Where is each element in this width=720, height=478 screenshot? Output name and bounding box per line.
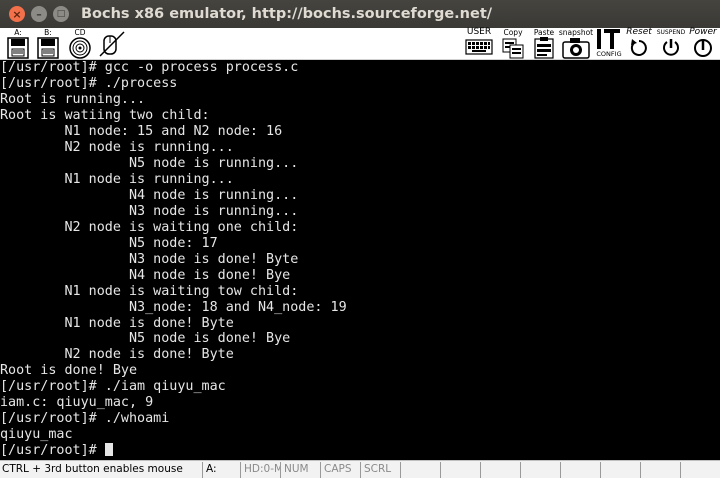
status-slot [520,462,560,478]
config-button[interactable]: CONFIG [594,28,624,60]
terminal-line: [/usr/root]# gcc -o process process.c [0,60,299,75]
terminal-line: N4 node is running... [0,187,299,203]
config-label: CONFIG [596,50,622,58]
status-scrl: SCRL [360,462,400,478]
snapshot-label: snapshot [558,28,594,37]
status-slot [600,462,640,478]
status-num: NUM [280,462,320,478]
status-message: CTRL + 3rd button enables mouse [2,463,183,475]
suspend-button[interactable]: SUSPEND [654,28,688,60]
terminal-line: N1 node is waiting tow child: [0,283,299,299]
status-slot [560,462,600,478]
status-slot [440,462,480,478]
terminal-line: N1 node is running... [0,171,234,187]
paste-icon [534,37,554,59]
minimize-button[interactable]: – [31,6,47,22]
floppy-a-button[interactable]: A: [4,28,32,60]
keyboard-icon [465,39,493,55]
emulator-screen[interactable]: [/usr/root]# gcc -o process process.c [/… [0,60,720,460]
suspend-label: SUSPEND [656,29,686,36]
terminal-prompt: [/usr/root]# [0,443,105,459]
terminal-line: N4 node is done! Bye [0,267,291,283]
suspend-icon [663,39,679,56]
window-title: Bochs x86 emulator, http://bochs.sourcef… [81,6,493,22]
power-icon [694,39,712,57]
bochs-toolbar: A: B: CD USER Copy Paste snapshot CONFIG… [0,28,720,60]
terminal-line: iam.c: qiuyu_mac, 9 [0,395,154,411]
maximize-button[interactable]: □ [53,6,69,22]
paste-label: Paste [533,28,555,37]
terminal-line: [/usr/root]# ./whoami [0,411,170,427]
copy-icon [502,38,524,59]
mouse-capture-button[interactable] [98,28,126,60]
status-caps: CAPS [320,462,360,478]
status-bar: CTRL + 3rd button enables mouse A: HD:0-… [0,460,720,478]
power-button[interactable]: Power [686,28,720,60]
terminal-line: N5 node: 17 [0,235,218,251]
cdrom-icon [69,37,91,59]
status-slot [480,462,520,478]
floppy-b-label: B: [44,28,52,37]
status-slot [640,462,680,478]
terminal-line: N2 node is done! Byte [0,347,234,363]
cdrom-label: CD [74,28,86,37]
terminal-line: N1 node: 15 and N2 node: 16 [0,123,283,139]
status-slot [680,462,720,478]
terminal-prompt-line: [/usr/root]# [0,443,720,459]
terminal-line: Root is watiing two child: [0,107,210,123]
paste-button[interactable]: Paste [530,28,558,60]
maximize-icon: □ [56,8,66,19]
terminal-line: N2 node is running... [0,139,234,155]
terminal-line: N3 node is running... [0,203,299,219]
power-label: Power [689,27,717,37]
mouse-icon [99,31,125,57]
floppy-b-button[interactable]: B: [34,28,62,60]
terminal-line: N5 node is done! Bye [0,331,291,347]
camera-icon [562,38,590,59]
status-drive: A: [202,462,240,478]
user-label: USER [466,27,492,37]
status-slot [400,462,440,478]
title-bar: × – □ Bochs x86 emulator, http://bochs.s… [0,0,720,28]
close-button[interactable]: × [9,6,25,22]
terminal-line: [/usr/root]# ./iam qiuyu_mac [0,379,226,395]
terminal-line: N1 node is done! Byte [0,315,234,331]
terminal-line: N5 node is running... [0,155,299,171]
terminal-line: N2 node is waiting one child: [0,219,299,235]
reset-icon [630,39,647,56]
terminal-line: N3_node: 18 and N4_node: 19 [0,299,347,315]
copy-label: Copy [503,28,523,37]
terminal-line: [/usr/root]# ./process [0,75,178,91]
terminal-line: qiuyu_mac [0,427,73,443]
reset-button[interactable]: Reset [624,28,654,60]
status-hd: HD:0-M [240,462,280,478]
floppy-drive-icon [7,37,29,59]
close-icon: × [12,7,22,21]
terminal-line: Root is running... [0,91,146,107]
copy-button[interactable]: Copy [500,28,526,60]
terminal-line: Root is done! Bye [0,363,138,379]
text-cursor [104,443,113,457]
terminal-line: N3 node is done! Byte [0,251,299,267]
floppy-a-label: A: [14,28,22,37]
config-icon [597,29,620,49]
reset-label: Reset [626,27,652,37]
user-button[interactable]: USER [464,28,494,60]
cdrom-button[interactable]: CD [66,28,94,60]
snapshot-button[interactable]: snapshot [558,28,594,60]
minimize-icon: – [36,7,42,21]
floppy-drive-icon [37,37,59,59]
